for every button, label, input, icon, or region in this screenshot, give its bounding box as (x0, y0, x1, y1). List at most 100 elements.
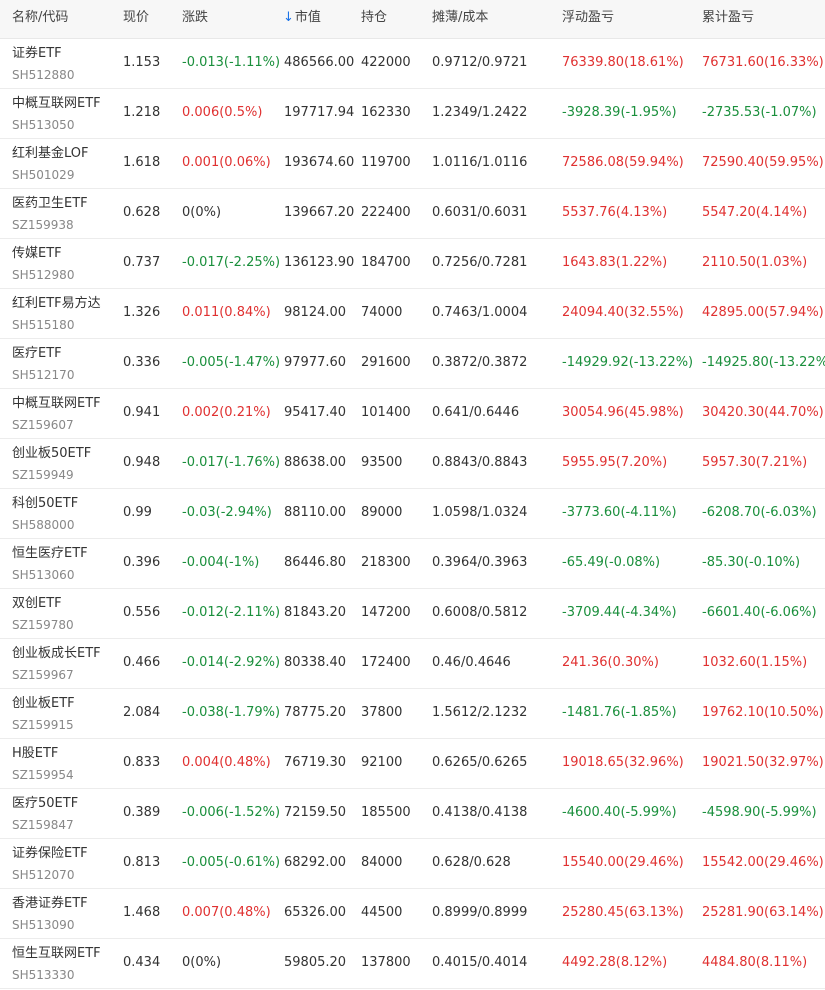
table-row[interactable]: 创业板50ETF SZ159949 0.948 -0.017(-1.76%) 88638… (0, 439, 825, 489)
change-cell: -0.004(-1%) (182, 555, 260, 570)
table-row[interactable]: 中概互联网ETF SZ159607 0.941 0.002(0.21%) 95417.4… (0, 389, 825, 439)
table-row[interactable]: 创业板ETF SZ159915 2.084 -0.038(-1.79%) 78775.2… (0, 689, 825, 739)
holding-cell: 162330 (361, 105, 411, 120)
change-cell: -0.006(-1.52%) (182, 805, 281, 820)
market-value-cell: 136123.90 (284, 255, 355, 270)
fund-name: 医药卫生ETF (12, 196, 88, 211)
change-cell: 0.007(0.48%) (182, 905, 271, 920)
table-row[interactable]: 科创50ETF SH588000 0.99 -0.03(-2.94%) 88110.00… (0, 489, 825, 539)
cumulative-pl-cell: 72590.40(59.95%) (702, 155, 824, 170)
table-row[interactable]: 传媒ETF SH512980 0.737 -0.017(-2.25%) 136123.9… (0, 239, 825, 289)
change-cell: -0.012(-2.11%) (182, 605, 281, 620)
floating-pl-cell: 5537.76(4.13%) (562, 205, 668, 220)
table-row[interactable]: 恒生互联网ETF SH513330 0.434 0(0%) 59805.20 137800… (0, 939, 825, 989)
fund-name: 科创50ETF (12, 496, 79, 511)
table-row[interactable]: H股ETF SZ159954 0.833 0.004(0.48%) 76719.30 92… (0, 739, 825, 789)
market-value-cell: 193674.60 (284, 155, 355, 170)
column-header-price[interactable]: 现价 (123, 9, 149, 27)
column-header-name-code[interactable]: 名称/代码 (12, 9, 68, 27)
cumulative-pl-cell: 25281.90(63.14%) (702, 905, 824, 920)
fund-name: 中概互联网ETF (12, 96, 101, 111)
change-cell: 0.001(0.06%) (182, 155, 271, 170)
table-row[interactable]: 双创ETF SZ159780 0.556 -0.012(-2.11%) 81843.20… (0, 589, 825, 639)
fund-name: 证券保险ETF (12, 846, 88, 861)
column-header-floating-pl[interactable]: 浮动盈亏 (562, 9, 614, 27)
table-row[interactable]: 恒生医疗ETF SH513060 0.396 -0.004(-1%) 86446.80 2… (0, 539, 825, 589)
market-value-cell: 98124.00 (284, 305, 347, 320)
floating-pl-cell: -14929.92(-13.22%) (562, 355, 694, 370)
price-cell: 0.389 (123, 805, 161, 820)
price-cell: 0.941 (123, 405, 161, 420)
change-cell: 0(0%) (182, 955, 222, 970)
fund-name: 双创ETF (12, 596, 62, 611)
holding-cell: 92100 (361, 755, 403, 770)
column-header-market-value-label: 市值 (294, 10, 321, 25)
fund-code: SH512880 (12, 68, 75, 82)
table-row[interactable]: 中概互联网ETF SH513050 1.218 0.006(0.5%) 197717.9… (0, 89, 825, 139)
market-value-cell: 197717.94 (284, 105, 355, 120)
fund-code: SZ159954 (12, 768, 74, 782)
price-cell: 1.468 (123, 905, 161, 920)
floating-pl-cell: 15540.00(29.46%) (562, 855, 684, 870)
cost-cell: 0.6031/0.6031 (432, 205, 528, 220)
cumulative-pl-cell: -85.30(-0.10%) (702, 555, 801, 570)
cost-cell: 0.4138/0.4138 (432, 805, 528, 820)
table-row[interactable]: 香港证券ETF SH513090 1.468 0.007(0.48%) 65326.00… (0, 889, 825, 939)
table-row[interactable]: 创业板成长ETF SZ159967 0.466 -0.014(-2.92%) 80338… (0, 639, 825, 689)
market-value-cell: 59805.20 (284, 955, 347, 970)
holding-cell: 291600 (361, 355, 411, 370)
column-header-cumulative-pl[interactable]: 累计盈亏 (702, 9, 754, 27)
floating-pl-cell: -65.49(-0.08%) (562, 555, 661, 570)
fund-name: 红利基金LOF (12, 146, 89, 161)
price-cell: 0.556 (123, 605, 161, 620)
fund-name: 传媒ETF (12, 246, 62, 261)
price-cell: 1.326 (123, 305, 161, 320)
floating-pl-cell: 19018.65(32.96%) (562, 755, 684, 770)
price-cell: 1.218 (123, 105, 161, 120)
cost-cell: 1.2349/1.2422 (432, 105, 528, 120)
arrow-down-icon: ↓ (283, 10, 294, 25)
holding-cell: 218300 (361, 555, 411, 570)
change-cell: 0.011(0.84%) (182, 305, 271, 320)
holding-cell: 89000 (361, 505, 403, 520)
fund-name: 恒生互联网ETF (12, 946, 101, 961)
table-row[interactable]: 红利基金LOF SH501029 1.618 0.001(0.06%) 193674.6… (0, 139, 825, 189)
column-header-market-value[interactable]: ↓市值 (283, 9, 321, 27)
change-cell: -0.017(-1.76%) (182, 455, 281, 470)
table-row[interactable]: 医疗ETF SH512170 0.336 -0.005(-1.47%) 97977.60… (0, 339, 825, 389)
table-row[interactable]: 证券保险ETF SH512070 0.813 -0.005(-0.61%) 68292.… (0, 839, 825, 889)
holdings-table: 名称/代码 现价 涨跌 ↓市值 持仓 摊薄/成本 浮动盈亏 累计盈亏 证券ETF… (0, 0, 825, 989)
fund-code: SZ159780 (12, 618, 74, 632)
fund-code: SH515180 (12, 318, 75, 332)
fund-code: SZ159847 (12, 818, 74, 832)
table-row[interactable]: 红利ETF易方达 SH515180 1.326 0.011(0.84%) 98124.0… (0, 289, 825, 339)
holding-cell: 222400 (361, 205, 411, 220)
market-value-cell: 486566.00 (284, 55, 355, 70)
column-header-cost[interactable]: 摊薄/成本 (432, 9, 488, 27)
column-header-change[interactable]: 涨跌 (182, 9, 208, 27)
table-row[interactable]: 医药卫生ETF SZ159938 0.628 0(0%) 139667.20 222400… (0, 189, 825, 239)
price-cell: 0.434 (123, 955, 161, 970)
floating-pl-cell: 72586.08(59.94%) (562, 155, 684, 170)
holding-cell: 185500 (361, 805, 411, 820)
cost-cell: 0.7256/0.7281 (432, 255, 528, 270)
table-row[interactable]: 证券ETF SH512880 1.153 -0.013(-1.11%) 486566.0… (0, 39, 825, 89)
change-cell: 0.006(0.5%) (182, 105, 263, 120)
table-row[interactable]: 医疗50ETF SZ159847 0.389 -0.006(-1.52%) 72159.… (0, 789, 825, 839)
fund-name: 创业板ETF (12, 696, 75, 711)
market-value-cell: 97977.60 (284, 355, 347, 370)
column-header-holding[interactable]: 持仓 (361, 9, 387, 27)
cost-cell: 0.3964/0.3963 (432, 555, 528, 570)
floating-pl-cell: 5955.95(7.20%) (562, 455, 668, 470)
fund-name: 医疗ETF (12, 346, 62, 361)
price-cell: 0.628 (123, 205, 161, 220)
fund-code: SH512980 (12, 268, 75, 282)
fund-name: 创业板成长ETF (12, 646, 101, 661)
change-cell: -0.014(-2.92%) (182, 655, 281, 670)
cost-cell: 1.0116/1.0116 (432, 155, 528, 170)
market-value-cell: 80338.40 (284, 655, 347, 670)
floating-pl-cell: -3773.60(-4.11%) (562, 505, 677, 520)
holding-cell: 37800 (361, 705, 403, 720)
change-cell: -0.005(-1.47%) (182, 355, 281, 370)
price-cell: 0.466 (123, 655, 161, 670)
